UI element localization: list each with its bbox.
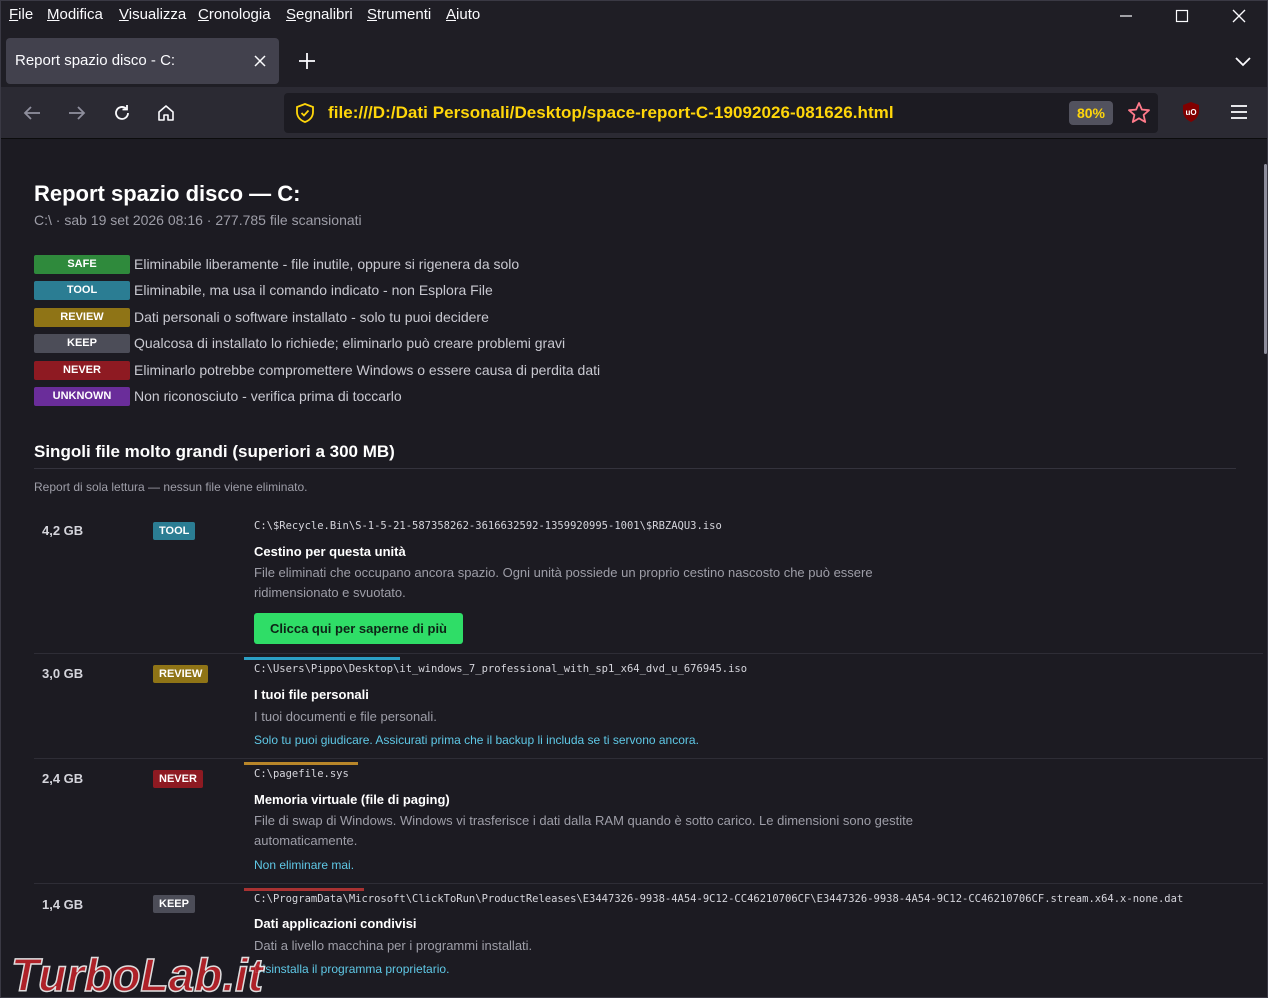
bookmark-star-icon[interactable] bbox=[1126, 100, 1152, 126]
action-hint: Solo tu puoi giudicare. Assicurati prima… bbox=[254, 733, 699, 747]
maximize-icon bbox=[1175, 9, 1189, 23]
learn-more-button[interactable]: Clicca qui per saperne di più bbox=[254, 613, 463, 644]
file-path[interactable]: C:\ProgramData\Microsoft\ClickToRun\Prod… bbox=[254, 893, 1183, 905]
status-badge: NEVER bbox=[153, 770, 203, 788]
menu-aiuto[interactable]: Aiuto bbox=[446, 6, 480, 23]
turbolab-watermark-logo: TurboLab.it bbox=[10, 948, 265, 998]
section-divider bbox=[34, 468, 1236, 469]
legend-text: Eliminarlo potrebbe compromettere Window… bbox=[134, 362, 601, 378]
status-badge: KEEP bbox=[153, 895, 195, 913]
section-title: Singoli file molto grandi (superiori a 3… bbox=[34, 442, 395, 461]
navigation-toolbar: file:///D:/Dati Personali/Desktop/space-… bbox=[1, 87, 1267, 139]
page-scrollbar[interactable] bbox=[1263, 140, 1267, 997]
legend-row-safe: SAFE Eliminabile liberamente - file inut… bbox=[34, 254, 519, 274]
file-path[interactable]: C:\$Recycle.Bin\S-1-5-21-587358262-36166… bbox=[254, 520, 722, 532]
legend-row-review: REVIEW Dati personali o software install… bbox=[34, 307, 489, 327]
file-description: File di swap di Windows. Windows vi tras… bbox=[254, 813, 913, 848]
forward-button[interactable] bbox=[63, 99, 91, 127]
new-tab-icon[interactable] bbox=[295, 49, 319, 73]
file-description: I tuoi documenti e file personali. bbox=[254, 709, 437, 724]
menu-strumenti[interactable]: Strumenti bbox=[367, 6, 431, 23]
row-accent-bar bbox=[244, 762, 358, 765]
row-accent-bar bbox=[244, 657, 400, 660]
zoom-level-button[interactable]: 80% bbox=[1069, 101, 1113, 125]
arrow-right-icon bbox=[69, 106, 86, 120]
close-window-button[interactable] bbox=[1211, 1, 1267, 31]
page-title: Report spazio disco — C: bbox=[34, 181, 301, 206]
legend-badge: NEVER bbox=[34, 360, 130, 380]
legend-text: Eliminabile liberamente - file inutile, … bbox=[134, 256, 520, 272]
minimize-icon bbox=[1120, 15, 1132, 17]
legend-row-never: NEVER Eliminarlo potrebbe compromettere … bbox=[34, 360, 600, 380]
file-category-title: Dati applicazioni condivisi bbox=[254, 916, 417, 931]
home-button[interactable] bbox=[152, 99, 180, 127]
url-bar[interactable]: file:///D:/Dati Personali/Desktop/space-… bbox=[284, 93, 1158, 133]
file-size: 4,2 GB bbox=[42, 523, 84, 538]
home-icon bbox=[158, 105, 174, 121]
close-icon bbox=[1232, 9, 1246, 23]
file-row: 4,2 GB TOOL C:\$Recycle.Bin\S-1-5-21-587… bbox=[34, 510, 1263, 654]
file-row: 2,4 GB NEVER C:\pagefile.sys Memoria vir… bbox=[34, 759, 1263, 884]
file-row: 3,0 GB REVIEW C:\Users\Pippo\Desktop\it_… bbox=[34, 653, 1263, 759]
legend-row-keep: KEEP Qualcosa di installato lo richiede;… bbox=[34, 333, 565, 353]
menu-visualizza[interactable]: Visualizza bbox=[119, 6, 186, 23]
close-tab-icon[interactable] bbox=[250, 51, 270, 71]
file-description: File eliminati che occupano ancora spazi… bbox=[254, 565, 873, 600]
minimize-button[interactable] bbox=[1098, 1, 1154, 31]
page-content: Report spazio disco — C: C:\ · sab 19 se… bbox=[1, 140, 1263, 997]
watermark-text: TurboLab.it bbox=[11, 949, 265, 998]
chevron-down-icon[interactable] bbox=[1231, 49, 1255, 73]
file-size: 3,0 GB bbox=[42, 666, 84, 681]
legend-row-unknown: UNKNOWN Non riconosciuto - verifica prim… bbox=[34, 386, 402, 406]
ublock-shield-icon[interactable]: uO bbox=[1179, 100, 1203, 124]
file-path[interactable]: C:\pagefile.sys bbox=[254, 768, 349, 780]
shield-icon[interactable] bbox=[294, 102, 316, 124]
file-size: 2,4 GB bbox=[42, 771, 84, 786]
reload-button[interactable] bbox=[108, 99, 136, 127]
file-category-title: Cestino per questa unità bbox=[254, 544, 406, 559]
file-category-title: Memoria virtuale (file di paging) bbox=[254, 792, 450, 807]
menu-segnalibri[interactable]: Segnalibri bbox=[286, 6, 353, 23]
menu-modifica[interactable]: Modifica bbox=[47, 6, 103, 23]
menu-cronologia[interactable]: Cronologia bbox=[198, 6, 271, 23]
scrollbar-thumb[interactable] bbox=[1264, 164, 1267, 354]
status-badge: TOOL bbox=[153, 522, 196, 540]
maximize-button[interactable] bbox=[1154, 1, 1210, 31]
menu-icon[interactable] bbox=[1227, 100, 1251, 124]
status-badge: REVIEW bbox=[153, 665, 209, 683]
menu-bar: File Modifica Visualizza Cronologia Segn… bbox=[1, 1, 1267, 31]
legend-badge: KEEP bbox=[34, 333, 130, 353]
menu-file[interactable]: File bbox=[9, 6, 33, 23]
legend-badge: REVIEW bbox=[34, 307, 130, 327]
legend-text: Dati personali o software installato - s… bbox=[134, 309, 489, 325]
browser-window: File Modifica Visualizza Cronologia Segn… bbox=[0, 0, 1268, 998]
legend-text: Eliminabile, ma usa il comando indicato … bbox=[134, 282, 493, 298]
scan-meta: C:\ · sab 19 set 2026 08:16 · 277.785 fi… bbox=[34, 212, 362, 228]
file-category-title: I tuoi file personali bbox=[254, 687, 369, 702]
action-hint: Non eliminare mai. bbox=[254, 858, 355, 872]
tab-title: Report spazio disco - C: bbox=[15, 52, 176, 69]
legend-badge: UNKNOWN bbox=[34, 386, 130, 406]
legend-row-tool: TOOL Eliminabile, ma usa il comando indi… bbox=[34, 280, 493, 300]
legend-badge: TOOL bbox=[34, 280, 130, 300]
readonly-note: Report di sola lettura — nessun file vie… bbox=[34, 480, 308, 494]
tab-report[interactable]: Report spazio disco - C: bbox=[6, 38, 279, 84]
row-accent-bar bbox=[244, 888, 364, 891]
url-text[interactable]: file:///D:/Dati Personali/Desktop/space-… bbox=[328, 103, 894, 123]
file-path[interactable]: C:\Users\Pippo\Desktop\it_windows_7_prof… bbox=[254, 663, 747, 675]
arrow-left-icon bbox=[23, 106, 40, 120]
svg-text:uO: uO bbox=[1185, 108, 1196, 117]
file-description: Dati a livello macchina per i programmi … bbox=[254, 938, 533, 953]
back-button[interactable] bbox=[18, 99, 46, 127]
tab-strip: Report spazio disco - C: bbox=[1, 31, 1267, 87]
legend-badge: SAFE bbox=[34, 254, 130, 274]
file-size: 1,4 GB bbox=[42, 897, 84, 912]
legend-text: Non riconosciuto - verifica prima di toc… bbox=[134, 388, 402, 404]
reload-icon bbox=[115, 105, 129, 120]
legend-text: Qualcosa di installato lo richiede; elim… bbox=[134, 335, 566, 351]
